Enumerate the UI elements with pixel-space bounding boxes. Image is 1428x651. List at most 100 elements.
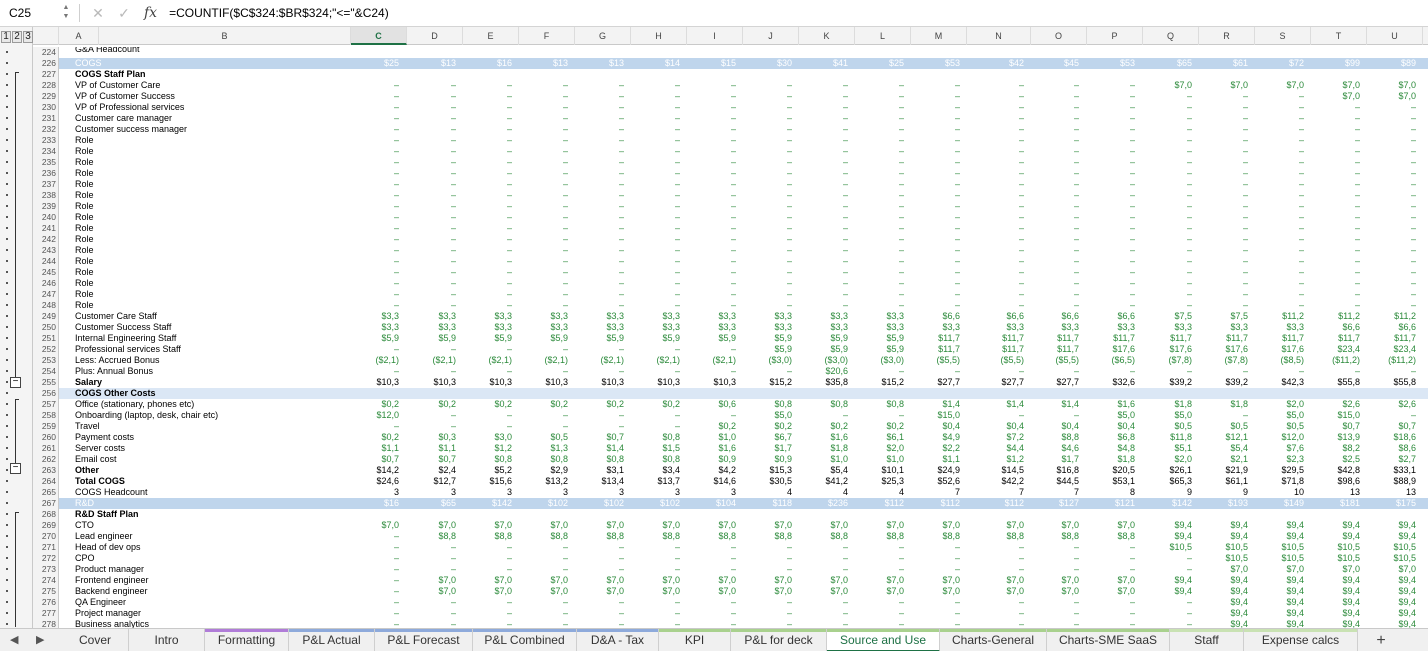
row-label[interactable]: CPO — [75, 553, 325, 564]
cell-value[interactable]: $8,6 — [1356, 443, 1416, 454]
cell-value[interactable]: – — [1075, 80, 1135, 91]
cell-value[interactable]: – — [1132, 190, 1192, 201]
cell-value[interactable]: $17,6 — [1244, 344, 1304, 355]
row-number[interactable]: 237 — [33, 179, 59, 190]
cell-value[interactable]: $9,4 — [1356, 520, 1416, 531]
cell-value[interactable]: – — [564, 597, 624, 608]
sheet-tab-charts-sme-saas[interactable]: Charts-SME SaaS — [1047, 629, 1170, 651]
cell-value[interactable]: – — [1356, 113, 1416, 124]
triangle-right-icon[interactable]: ▶ — [36, 633, 44, 646]
cell-value[interactable]: – — [1019, 157, 1079, 168]
cell-value[interactable]: – — [676, 179, 736, 190]
cell-value[interactable]: – — [339, 344, 399, 355]
cell-value[interactable]: – — [676, 289, 736, 300]
cell-value[interactable]: $1,4 — [900, 399, 960, 410]
cell-value[interactable]: – — [676, 553, 736, 564]
cell-value[interactable]: $0,7 — [1300, 421, 1360, 432]
cell-value[interactable]: 9 — [1188, 487, 1248, 498]
cell-value[interactable]: – — [1019, 124, 1079, 135]
cell-value[interactable]: – — [788, 168, 848, 179]
cell-value[interactable]: 3 — [452, 487, 512, 498]
row-number[interactable]: 270 — [33, 531, 59, 542]
cell-value[interactable]: ($5,5) — [964, 355, 1024, 366]
cell-value[interactable]: – — [508, 102, 568, 113]
cell-value[interactable]: – — [1356, 366, 1416, 377]
cell-value[interactable]: $0,2 — [676, 421, 736, 432]
cell-value[interactable]: – — [1019, 278, 1079, 289]
cell-value[interactable]: $3,3 — [964, 322, 1024, 333]
cell-value[interactable]: – — [1356, 212, 1416, 223]
cell-value[interactable]: $9,4 — [1244, 608, 1304, 619]
cell-value[interactable]: $14,5 — [964, 465, 1024, 476]
cell-value[interactable]: – — [732, 168, 792, 179]
cell-value[interactable]: – — [1132, 366, 1192, 377]
sheet-tab-expense-calcs[interactable]: Expense calcs — [1244, 629, 1358, 651]
row-number[interactable]: 231 — [33, 113, 59, 124]
cell-value[interactable]: – — [676, 113, 736, 124]
cell-value[interactable]: – — [1300, 234, 1360, 245]
cell-value[interactable]: $13,4 — [564, 476, 624, 487]
row-label[interactable]: Head of dev ops — [75, 542, 325, 553]
cell-value[interactable]: – — [964, 157, 1024, 168]
cell-value[interactable]: – — [900, 124, 960, 135]
cell-value[interactable]: $16,8 — [1019, 465, 1079, 476]
cell-value[interactable]: – — [508, 179, 568, 190]
cell-value[interactable]: – — [732, 157, 792, 168]
row-number[interactable]: 245 — [33, 267, 59, 278]
cell-value[interactable]: – — [508, 223, 568, 234]
cell-value[interactable]: $7,0 — [508, 586, 568, 597]
cell-value[interactable]: – — [620, 113, 680, 124]
cell-value[interactable]: $89 — [1356, 58, 1416, 69]
cell-value[interactable]: – — [452, 410, 512, 421]
cell-value[interactable]: – — [1244, 278, 1304, 289]
cell-value[interactable]: – — [1188, 300, 1248, 311]
cell-value[interactable]: – — [1244, 300, 1304, 311]
cell-value[interactable]: $142 — [1132, 498, 1192, 509]
cell-value[interactable]: – — [564, 113, 624, 124]
cell-value[interactable]: – — [964, 234, 1024, 245]
column-header-s[interactable]: S — [1255, 27, 1311, 45]
cell-value[interactable]: – — [396, 113, 456, 124]
cell-value[interactable]: – — [1188, 146, 1248, 157]
cell-value[interactable]: $10,3 — [564, 377, 624, 388]
cell-value[interactable]: $3,3 — [620, 322, 680, 333]
cell-value[interactable]: $104 — [676, 498, 736, 509]
cell-value[interactable]: – — [1075, 135, 1135, 146]
cell-value[interactable]: $7,0 — [564, 586, 624, 597]
row-label[interactable]: Customer care manager — [75, 113, 325, 124]
cell-value[interactable]: $42,8 — [1300, 465, 1360, 476]
row-number[interactable]: 267 — [33, 498, 59, 509]
cell-value[interactable]: $61,1 — [1188, 476, 1248, 487]
row-label[interactable]: Lead engineer — [75, 531, 325, 542]
cell-value[interactable]: – — [339, 597, 399, 608]
cell-value[interactable]: – — [676, 410, 736, 421]
cell-value[interactable]: – — [1075, 102, 1135, 113]
cell-value[interactable]: – — [508, 234, 568, 245]
cell-value[interactable]: $42,3 — [1244, 377, 1304, 388]
column-header-u[interactable]: U — [1367, 27, 1423, 45]
cell-value[interactable]: – — [1075, 597, 1135, 608]
cell-value[interactable]: $9,4 — [1356, 575, 1416, 586]
cell-value[interactable]: $8,8 — [452, 531, 512, 542]
cell-value[interactable]: $10,5 — [1356, 542, 1416, 553]
cell-value[interactable]: – — [620, 201, 680, 212]
cell-value[interactable]: – — [732, 553, 792, 564]
row-label[interactable]: Role — [75, 223, 325, 234]
cell-value[interactable]: – — [1075, 300, 1135, 311]
cell-value[interactable]: $0,4 — [900, 421, 960, 432]
row-number[interactable]: 263 — [33, 465, 59, 476]
cell-value[interactable]: $25 — [339, 58, 399, 69]
cell-value[interactable]: $9,4 — [1356, 619, 1416, 628]
formula-input[interactable]: =COUNTIF($C$324:$BR$324;"<="&C24) — [169, 6, 389, 20]
cell-value[interactable]: – — [1300, 256, 1360, 267]
cell-value[interactable]: – — [732, 146, 792, 157]
row-label[interactable]: Office (stationary, phones etc) — [75, 399, 325, 410]
column-header-d[interactable]: D — [407, 27, 463, 45]
cell-value[interactable]: – — [508, 201, 568, 212]
cell-value[interactable]: $21,9 — [1188, 465, 1248, 476]
cell-value[interactable]: – — [1244, 212, 1304, 223]
cell-value[interactable]: $1,6 — [1075, 399, 1135, 410]
cell-value[interactable]: $9,4 — [1188, 619, 1248, 628]
cell-value[interactable]: $0,2 — [508, 399, 568, 410]
cell-value[interactable]: $3,3 — [788, 322, 848, 333]
